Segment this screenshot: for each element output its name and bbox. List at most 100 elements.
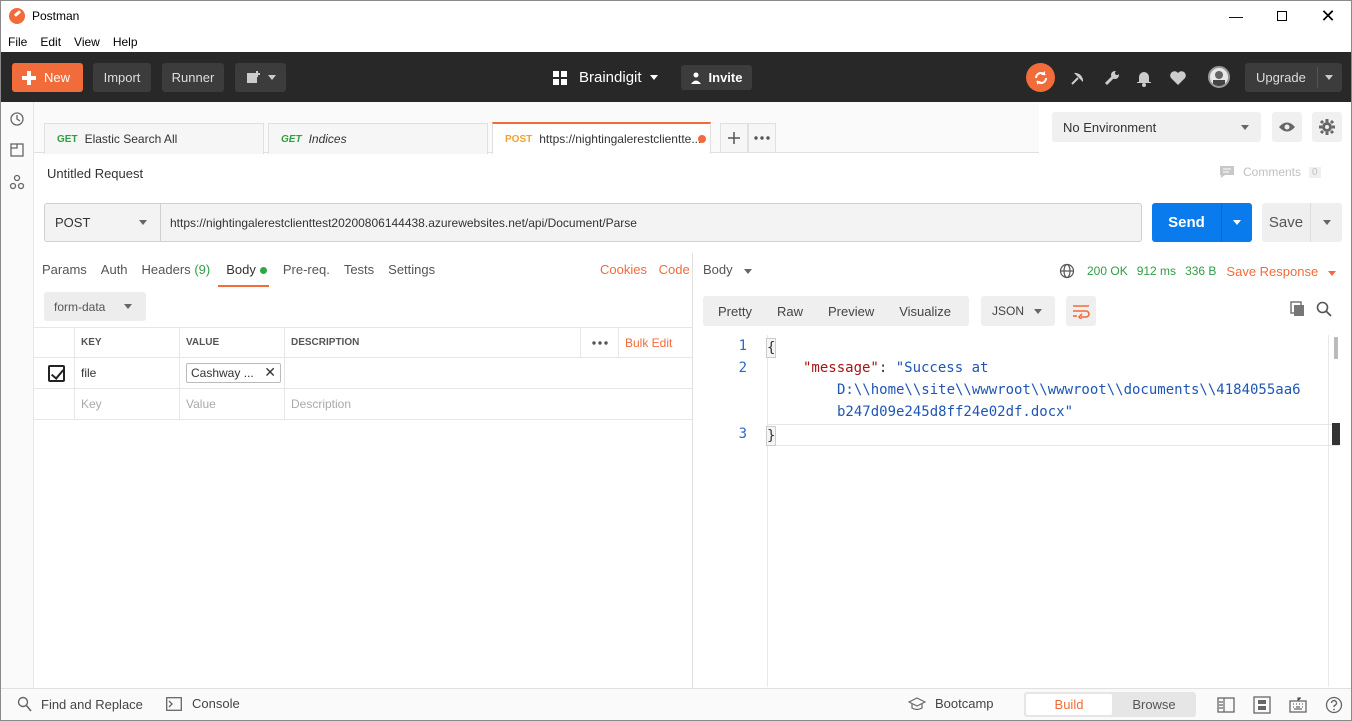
menu-help[interactable]: Help (113, 35, 138, 49)
new-button[interactable]: New (12, 63, 83, 92)
pane-splitter[interactable] (692, 253, 693, 688)
wrench-icon[interactable] (1102, 68, 1122, 88)
column-key: KEY (75, 328, 180, 357)
tab-post-active[interactable]: POST https://nightingalerestclientte... (492, 122, 711, 154)
response-time[interactable]: 912 ms (1137, 264, 1176, 278)
new-tab-button[interactable] (720, 123, 748, 153)
comments-count: 0 (1309, 166, 1321, 178)
bulk-edit-link[interactable]: Bulk Edit (619, 328, 692, 357)
browse-mode-button[interactable]: Browse (1112, 697, 1196, 712)
tab-tests[interactable]: Tests (344, 262, 374, 287)
code-line-wrap: b247d09e245d8ff24e02df.docx" (837, 404, 1074, 420)
console-button[interactable]: Console (166, 696, 240, 711)
language-select[interactable]: JSON (981, 296, 1055, 326)
keyboard-icon[interactable] (1289, 696, 1307, 714)
status-code[interactable]: 200 OK (1087, 264, 1128, 278)
tab-settings[interactable]: Settings (388, 262, 435, 287)
eye-icon (1279, 122, 1295, 132)
row-key[interactable]: file (75, 358, 180, 388)
body-mode-value: form-data (54, 299, 106, 314)
format-preview[interactable]: Preview (828, 304, 874, 319)
minimize-icon[interactable]: — (1213, 1, 1259, 31)
search-icon[interactable] (1316, 301, 1332, 317)
new-window-button[interactable] (235, 63, 286, 92)
save-response-button[interactable]: Save Response (1226, 264, 1336, 279)
maximize-icon[interactable] (1259, 1, 1305, 31)
value-input[interactable]: Value (180, 389, 285, 419)
wrap-lines-button[interactable] (1066, 296, 1096, 326)
avatar-icon (1213, 71, 1225, 86)
title-bar: Postman — ✕ (1, 1, 1351, 31)
chevron-down-icon (1241, 125, 1249, 130)
tab-headers[interactable]: Headers (9) (142, 262, 211, 287)
table-options-button[interactable] (580, 328, 619, 357)
file-chip[interactable]: Cashway ... ✕ (186, 363, 281, 383)
collections-icon[interactable] (9, 142, 25, 158)
chevron-down-icon (1322, 220, 1331, 225)
workspace-switcher[interactable]: Braindigit (553, 63, 658, 92)
bell-icon[interactable] (1134, 68, 1154, 88)
satellite-icon[interactable] (1068, 68, 1088, 88)
response-code-editor[interactable]: 1 { 2 "message": "Success at D:\\home\\s… (703, 335, 1341, 687)
chevron-down-icon (1233, 220, 1241, 225)
layout-icon[interactable] (1253, 696, 1271, 714)
response-size[interactable]: 336 B (1185, 264, 1216, 278)
globe-icon[interactable] (1059, 263, 1075, 279)
tab-options-button[interactable] (748, 123, 776, 153)
format-pretty[interactable]: Pretty (718, 304, 752, 319)
gear-icon (1319, 119, 1335, 135)
send-button[interactable]: Send (1152, 203, 1252, 242)
build-mode-button[interactable]: Build (1026, 694, 1112, 715)
row-enabled-checkbox[interactable] (48, 364, 65, 382)
save-options-button[interactable] (1311, 220, 1342, 225)
description-input[interactable]: Description (285, 389, 692, 419)
tab-auth[interactable]: Auth (101, 262, 128, 287)
format-raw[interactable]: Raw (777, 304, 803, 319)
response-body-select[interactable]: Body (703, 262, 753, 277)
history-icon[interactable] (9, 111, 25, 127)
tab-indices[interactable]: GET Indices (268, 123, 488, 154)
menu-file[interactable]: File (8, 35, 27, 49)
comments-button[interactable]: Comments 0 (1219, 165, 1321, 179)
tab-prereq[interactable]: Pre-req. (283, 262, 330, 287)
upgrade-button[interactable]: Upgrade (1245, 63, 1342, 92)
two-pane-icon[interactable] (1217, 696, 1235, 714)
row-description[interactable] (285, 358, 692, 388)
copy-icon[interactable] (1290, 301, 1306, 317)
workspace-name: Braindigit (579, 69, 642, 86)
request-name[interactable]: Untitled Request (47, 166, 143, 181)
line-number: 1 (738, 338, 747, 354)
find-replace-button[interactable]: Find and Replace (17, 696, 143, 712)
cookies-link[interactable]: Cookies (600, 262, 647, 277)
environment-quick-look-button[interactable] (1272, 112, 1302, 142)
runner-button[interactable]: Runner (162, 63, 224, 92)
tab-elastic-search-all[interactable]: GET Elastic Search All (44, 123, 264, 154)
tab-params[interactable]: Params (42, 262, 87, 287)
user-avatar[interactable] (1208, 66, 1230, 88)
key-input[interactable]: Key (75, 389, 180, 419)
manage-environments-button[interactable] (1312, 112, 1342, 142)
format-visualize[interactable]: Visualize (899, 304, 951, 319)
environment-select[interactable]: No Environment (1052, 112, 1261, 142)
url-input[interactable]: https://nightingalerestclienttest2020080… (161, 216, 637, 230)
tab-body[interactable]: Body (218, 262, 269, 287)
bootcamp-button[interactable]: Bootcamp (908, 696, 994, 711)
headers-label: Headers (141, 262, 191, 277)
save-button[interactable]: Save (1262, 203, 1342, 242)
send-options-button[interactable] (1222, 220, 1252, 225)
import-button[interactable]: Import (93, 63, 151, 92)
heart-icon[interactable] (1168, 68, 1188, 88)
chevron-down-icon[interactable] (1325, 75, 1333, 80)
invite-button[interactable]: Invite (681, 65, 752, 90)
menu-view[interactable]: View (74, 35, 100, 49)
apis-icon[interactable] (9, 174, 25, 190)
response-scrollbar[interactable] (1328, 335, 1341, 687)
body-mode-select[interactable]: form-data (44, 292, 146, 321)
method-select[interactable]: POST (45, 204, 161, 241)
remove-file-icon[interactable]: ✕ (264, 364, 276, 381)
menu-edit[interactable]: Edit (40, 35, 61, 49)
code-link[interactable]: Code (659, 262, 690, 277)
sync-button[interactable] (1026, 63, 1055, 92)
close-icon[interactable]: ✕ (1305, 1, 1351, 31)
help-icon[interactable] (1325, 696, 1343, 714)
